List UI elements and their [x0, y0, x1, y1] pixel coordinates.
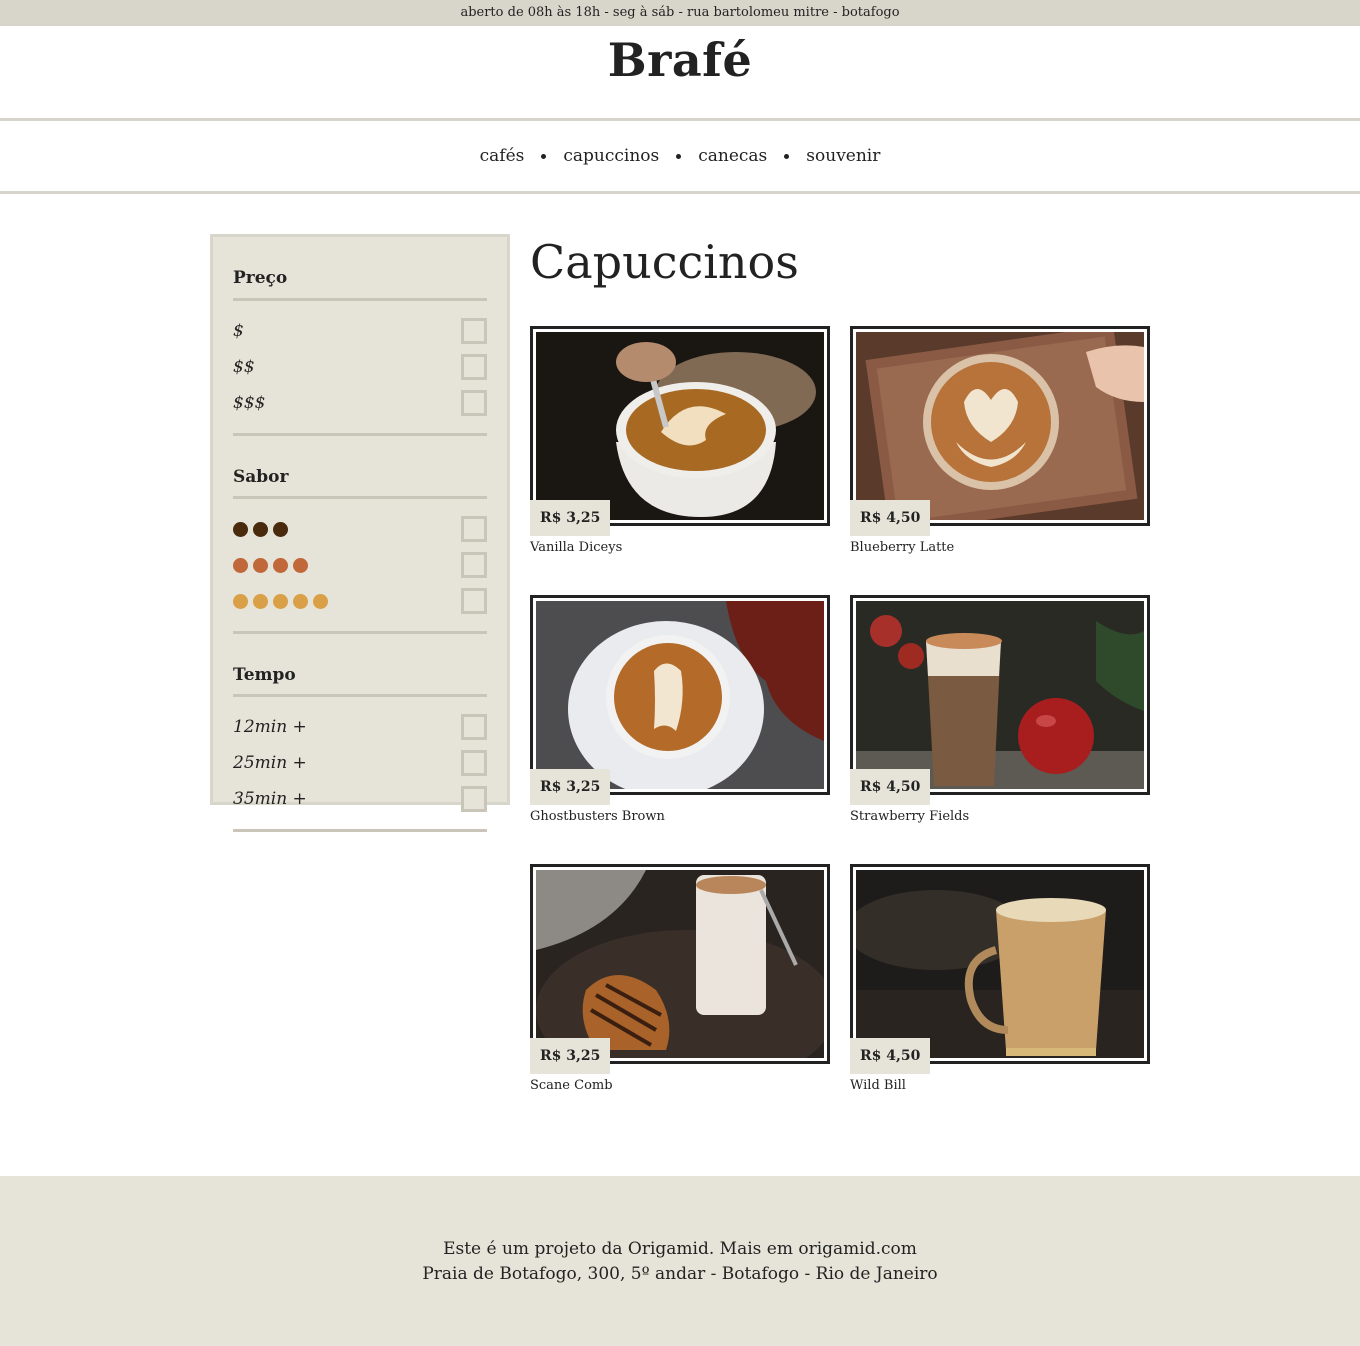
product-card[interactable]: R$ 3,25 Ghostbusters Brown: [530, 595, 830, 824]
glass-mocha-with-apples-photo: [856, 601, 1144, 789]
main-nav: cafés capuccinos canecas souvenir: [0, 118, 1360, 194]
price-filter-options: $ $$ $$$: [233, 301, 487, 436]
flavor-filter-title: Sabor: [233, 436, 487, 499]
product-image-frame[interactable]: R$ 4,50: [850, 864, 1150, 1074]
product-name[interactable]: Ghostbusters Brown: [530, 809, 830, 824]
glass-mug-coffee-photo: [856, 870, 1144, 1058]
product-card[interactable]: R$ 3,25 Scane Comb: [530, 864, 830, 1093]
main-content: Preço $ $$ $$$ Sabor Tempo 12min + 25min…: [0, 194, 1360, 1176]
time-option[interactable]: 25min +: [233, 745, 487, 781]
price-tag: R$ 3,25: [530, 500, 611, 536]
croissant-and-latte-photo: [536, 870, 824, 1058]
flavor-dot: [273, 593, 288, 609]
heart-latte-on-tray-photo: [856, 332, 1144, 520]
time-filter-title: Tempo: [233, 634, 487, 697]
flavor-dot: [253, 557, 268, 573]
footer-address: Praia de Botafogo, 300, 5º andar - Botaf…: [422, 1264, 938, 1284]
product-image-frame[interactable]: R$ 3,25: [530, 326, 830, 536]
product-image-frame[interactable]: R$ 4,50: [850, 595, 1150, 805]
flavor-dot: [233, 521, 248, 537]
product-name[interactable]: Wild Bill: [850, 1078, 1150, 1093]
product-name[interactable]: Scane Comb: [530, 1078, 830, 1093]
price-tag: R$ 4,50: [850, 1038, 931, 1074]
time-option-label: 25min +: [233, 753, 307, 773]
price-option[interactable]: $$: [233, 349, 487, 385]
price-option-label: $: [233, 321, 244, 341]
product-card[interactable]: R$ 3,25 Vanilla Diceys: [530, 326, 830, 555]
product-name[interactable]: Vanilla Diceys: [530, 540, 830, 555]
price-option-label: $$$: [233, 393, 266, 413]
ghost-latte-art-photo: [536, 601, 824, 789]
flavor-dot: [313, 593, 328, 609]
header: Brafé: [0, 26, 1360, 118]
time-filter-options: 12min + 25min + 35min +: [233, 697, 487, 832]
flavor-checkbox[interactable]: [461, 588, 487, 614]
flavor-intensity-dots: [233, 557, 308, 573]
brand-logo[interactable]: Brafé: [0, 26, 1360, 94]
flavor-dot: [253, 593, 268, 609]
flavor-option[interactable]: [233, 583, 487, 619]
flavor-checkbox[interactable]: [461, 516, 487, 542]
opening-hours-text: aberto de 08h às 18h - seg à sáb - rua b…: [460, 5, 900, 20]
product-image-frame[interactable]: R$ 4,50: [850, 326, 1150, 536]
price-tag: R$ 4,50: [850, 500, 931, 536]
time-option[interactable]: 12min +: [233, 709, 487, 745]
flavor-dot: [253, 521, 268, 537]
nav-separator: [676, 153, 682, 159]
footer-credit[interactable]: Este é um projeto da Origamid. Mais em o…: [0, 1237, 1360, 1262]
flavor-dot: [273, 521, 288, 537]
top-info-bar: aberto de 08h às 18h - seg à sáb - rua b…: [0, 0, 1360, 26]
price-option-label: $$: [233, 357, 255, 377]
filter-sidebar: Preço $ $$ $$$ Sabor Tempo 12min + 25min…: [210, 234, 510, 832]
flavor-intensity-dots: [233, 521, 288, 537]
time-checkbox[interactable]: [461, 714, 487, 740]
price-filter-title: Preço: [233, 237, 487, 301]
nav-separator: [541, 153, 547, 159]
price-option[interactable]: $$$: [233, 385, 487, 421]
time-checkbox[interactable]: [461, 750, 487, 776]
product-name[interactable]: Blueberry Latte: [850, 540, 1150, 555]
price-option[interactable]: $: [233, 313, 487, 349]
flavor-dot: [233, 557, 248, 573]
flavor-dot: [293, 593, 308, 609]
product-image-frame[interactable]: R$ 3,25: [530, 864, 830, 1074]
footer: Este é um projeto da Origamid. Mais em o…: [0, 1176, 1360, 1346]
price-tag: R$ 3,25: [530, 1038, 611, 1074]
nav-separator: [784, 153, 790, 159]
product-name[interactable]: Strawberry Fields: [850, 809, 1150, 824]
time-option[interactable]: 35min +: [233, 781, 487, 817]
product-card[interactable]: R$ 4,50 Strawberry Fields: [850, 595, 1150, 824]
flavor-dot: [273, 557, 288, 573]
price-checkbox[interactable]: [461, 390, 487, 416]
flavor-option[interactable]: [233, 547, 487, 583]
flavor-checkbox[interactable]: [461, 552, 487, 578]
time-option-label: 12min +: [233, 717, 307, 737]
product-card[interactable]: R$ 4,50 Wild Bill: [850, 864, 1150, 1093]
nav-item-souvenir[interactable]: souvenir: [806, 146, 880, 166]
product-card[interactable]: R$ 4,50 Blueberry Latte: [850, 326, 1150, 555]
nav-item-capuccinos[interactable]: capuccinos: [563, 146, 659, 166]
price-tag: R$ 3,25: [530, 769, 611, 805]
product-image-frame[interactable]: R$ 3,25: [530, 595, 830, 805]
time-option-label: 35min +: [233, 789, 307, 809]
page-title: Capuccinos: [530, 235, 799, 289]
flavor-filter-options: [233, 499, 487, 634]
flavor-intensity-dots: [233, 593, 328, 609]
nav-item-canecas[interactable]: canecas: [698, 146, 767, 166]
latte-art-pour-photo: [536, 332, 824, 520]
time-checkbox[interactable]: [461, 786, 487, 812]
flavor-dot: [233, 593, 248, 609]
price-checkbox[interactable]: [461, 354, 487, 380]
flavor-dot: [293, 557, 308, 573]
price-tag: R$ 4,50: [850, 769, 931, 805]
flavor-option[interactable]: [233, 511, 487, 547]
price-checkbox[interactable]: [461, 318, 487, 344]
nav-item-cafes[interactable]: cafés: [480, 146, 525, 166]
